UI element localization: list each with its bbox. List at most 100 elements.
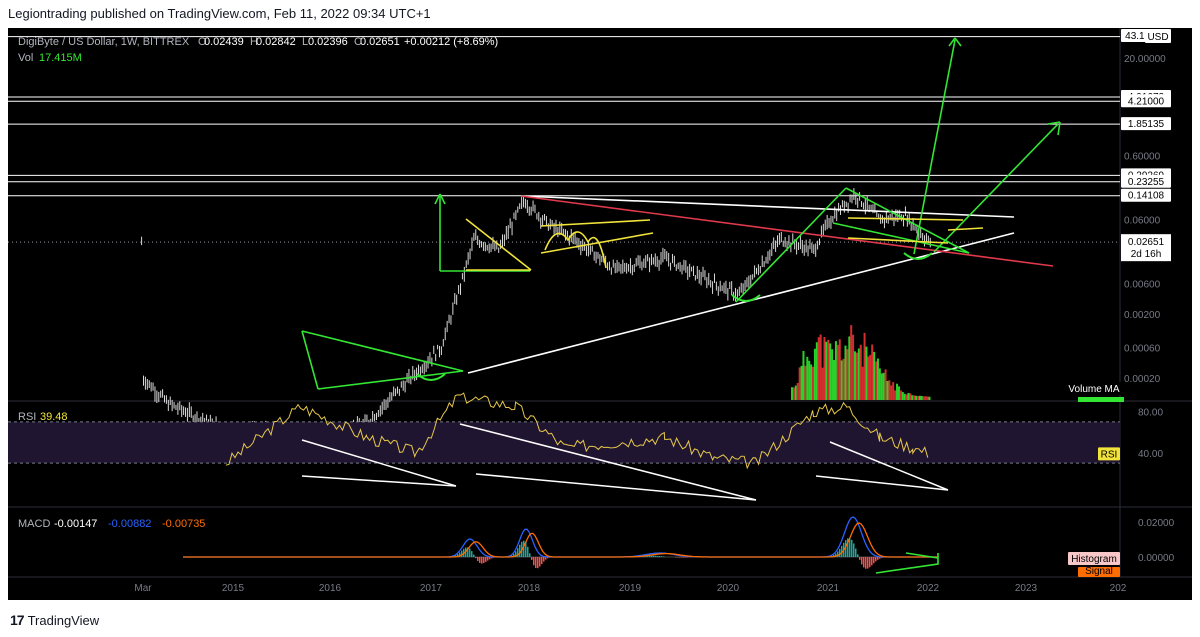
macd-histogram-bar [853, 543, 855, 557]
volume-bar [918, 395, 921, 400]
volume-bar [834, 341, 837, 400]
volume-bar [886, 380, 889, 400]
volume-bar [857, 348, 860, 400]
volume-bar [813, 348, 816, 400]
macd-histogram-bar [859, 557, 861, 560]
tradingview-brand: TradingView [27, 612, 100, 628]
volume-bar [794, 385, 797, 400]
volume-bar [831, 349, 834, 400]
volume-title: Vol [18, 52, 33, 64]
volume-bar [903, 393, 906, 400]
volume-bar [861, 366, 864, 400]
volume-bar [838, 339, 841, 400]
price-tick-label: 20.00000 [1124, 54, 1166, 65]
price-change: +0.00212 (+8.69%) [404, 36, 498, 48]
price-tick-label: 0.00020 [1124, 374, 1161, 385]
volume-bar [871, 344, 874, 400]
rsi-tick-label: 80.00 [1138, 408, 1163, 419]
volume-bar [884, 369, 887, 400]
publisher-header: Legiontrading published on TradingView.c… [8, 6, 431, 21]
ohlc-value: 0.02842 [256, 36, 296, 48]
macd-histogram-bar [543, 557, 545, 562]
macd-histogram-bar [535, 557, 537, 568]
macd-histogram-bar [865, 557, 867, 569]
macd-histogram-bar [869, 557, 871, 568]
volume-bar [917, 396, 920, 400]
volume-value: 17.415M [39, 52, 82, 64]
macd-histogram-bar [483, 557, 485, 564]
macd-histogram-bar [839, 548, 841, 557]
volume-bar [806, 356, 809, 400]
time-tick-label: 2023 [1015, 583, 1038, 594]
volume-bar [922, 396, 925, 400]
volume-bar [844, 345, 847, 400]
volume-bar [796, 382, 799, 400]
macd-histogram-bar [875, 557, 877, 562]
volume-bar [867, 356, 870, 400]
rsi-title: RSI [18, 411, 36, 423]
macd-histogram-bar [663, 556, 665, 557]
macd-histogram-bar [855, 548, 857, 557]
macd-tick-label: 0.00000 [1138, 553, 1175, 564]
volume-bar [894, 390, 897, 400]
volume-ma-badge [1078, 397, 1124, 402]
ohlc-value: 0.02651 [360, 36, 400, 48]
macd-histogram-bar [661, 556, 663, 557]
volume-bar [800, 365, 803, 400]
volume-bar [812, 366, 815, 400]
time-tick-label: 2015 [222, 583, 245, 594]
macd-histogram-bar [471, 551, 473, 557]
volume-bar [876, 358, 879, 400]
time-tick-label: Mar [134, 583, 152, 594]
volume-bar [928, 396, 931, 400]
time-tick-label: 2019 [619, 583, 642, 594]
volume-bar [911, 395, 914, 400]
volume-bar [892, 382, 895, 400]
volume-bar [865, 346, 868, 400]
ohlc-value: 0.02439 [204, 36, 244, 48]
macd-tick-label: 0.02000 [1138, 518, 1175, 529]
volume-bar [859, 344, 862, 400]
price-tick-label: 0.00200 [1124, 310, 1161, 321]
ohlc-value: 0.02396 [308, 36, 348, 48]
volume-bar [836, 344, 839, 400]
macd-histogram-bar [489, 557, 491, 560]
volume-bar [804, 365, 807, 400]
volume-bar [907, 392, 910, 400]
volume-bar [808, 360, 811, 400]
volume-bar [863, 332, 866, 400]
volume-bar [852, 334, 855, 400]
macd-histogram-bar [683, 557, 685, 558]
current-price-label: 0.02651 [1128, 237, 1165, 248]
price-tick-label: 0.06000 [1124, 215, 1161, 226]
symbol-title: DigiByte / US Dollar, 1W, BITTREX [18, 36, 190, 48]
macd-histogram-bar [473, 554, 475, 557]
chart-canvas[interactable]: 80.00 40.00 RSI RSI 39.48 0.02000 0.00000 MACD… [8, 28, 1192, 600]
histogram-badge: Histogram [1071, 554, 1117, 565]
time-tick-label: 2020 [717, 583, 740, 594]
time-tick-label: 2022 [917, 583, 940, 594]
macd-histogram-bar [519, 544, 521, 557]
time-tick-label: 2016 [319, 583, 342, 594]
volume-bar [810, 364, 813, 400]
volume-bar [842, 358, 845, 400]
macd-histogram-bar [657, 555, 659, 557]
macd-histogram-bar [655, 555, 657, 557]
volume-bar [846, 349, 849, 400]
volume-bar [855, 352, 858, 400]
volume-bar [821, 367, 824, 400]
macd-histogram-bar [653, 555, 655, 557]
volume-bar [873, 352, 876, 400]
volume-bar [792, 387, 795, 400]
volume-bar [798, 367, 801, 400]
volume-bar [840, 360, 843, 400]
volume-bar [850, 325, 853, 400]
currency-badge: USD [1147, 32, 1168, 43]
volume-bar [890, 385, 893, 400]
tradingview-footer[interactable]: 17 TradingView [10, 612, 99, 628]
time-tick-label: 2018 [518, 583, 541, 594]
macd-histogram-bar [871, 557, 873, 566]
volume-bar [926, 396, 929, 400]
rsi-tick-label: 40.00 [1138, 449, 1163, 460]
macd-histogram-bar [481, 557, 483, 564]
